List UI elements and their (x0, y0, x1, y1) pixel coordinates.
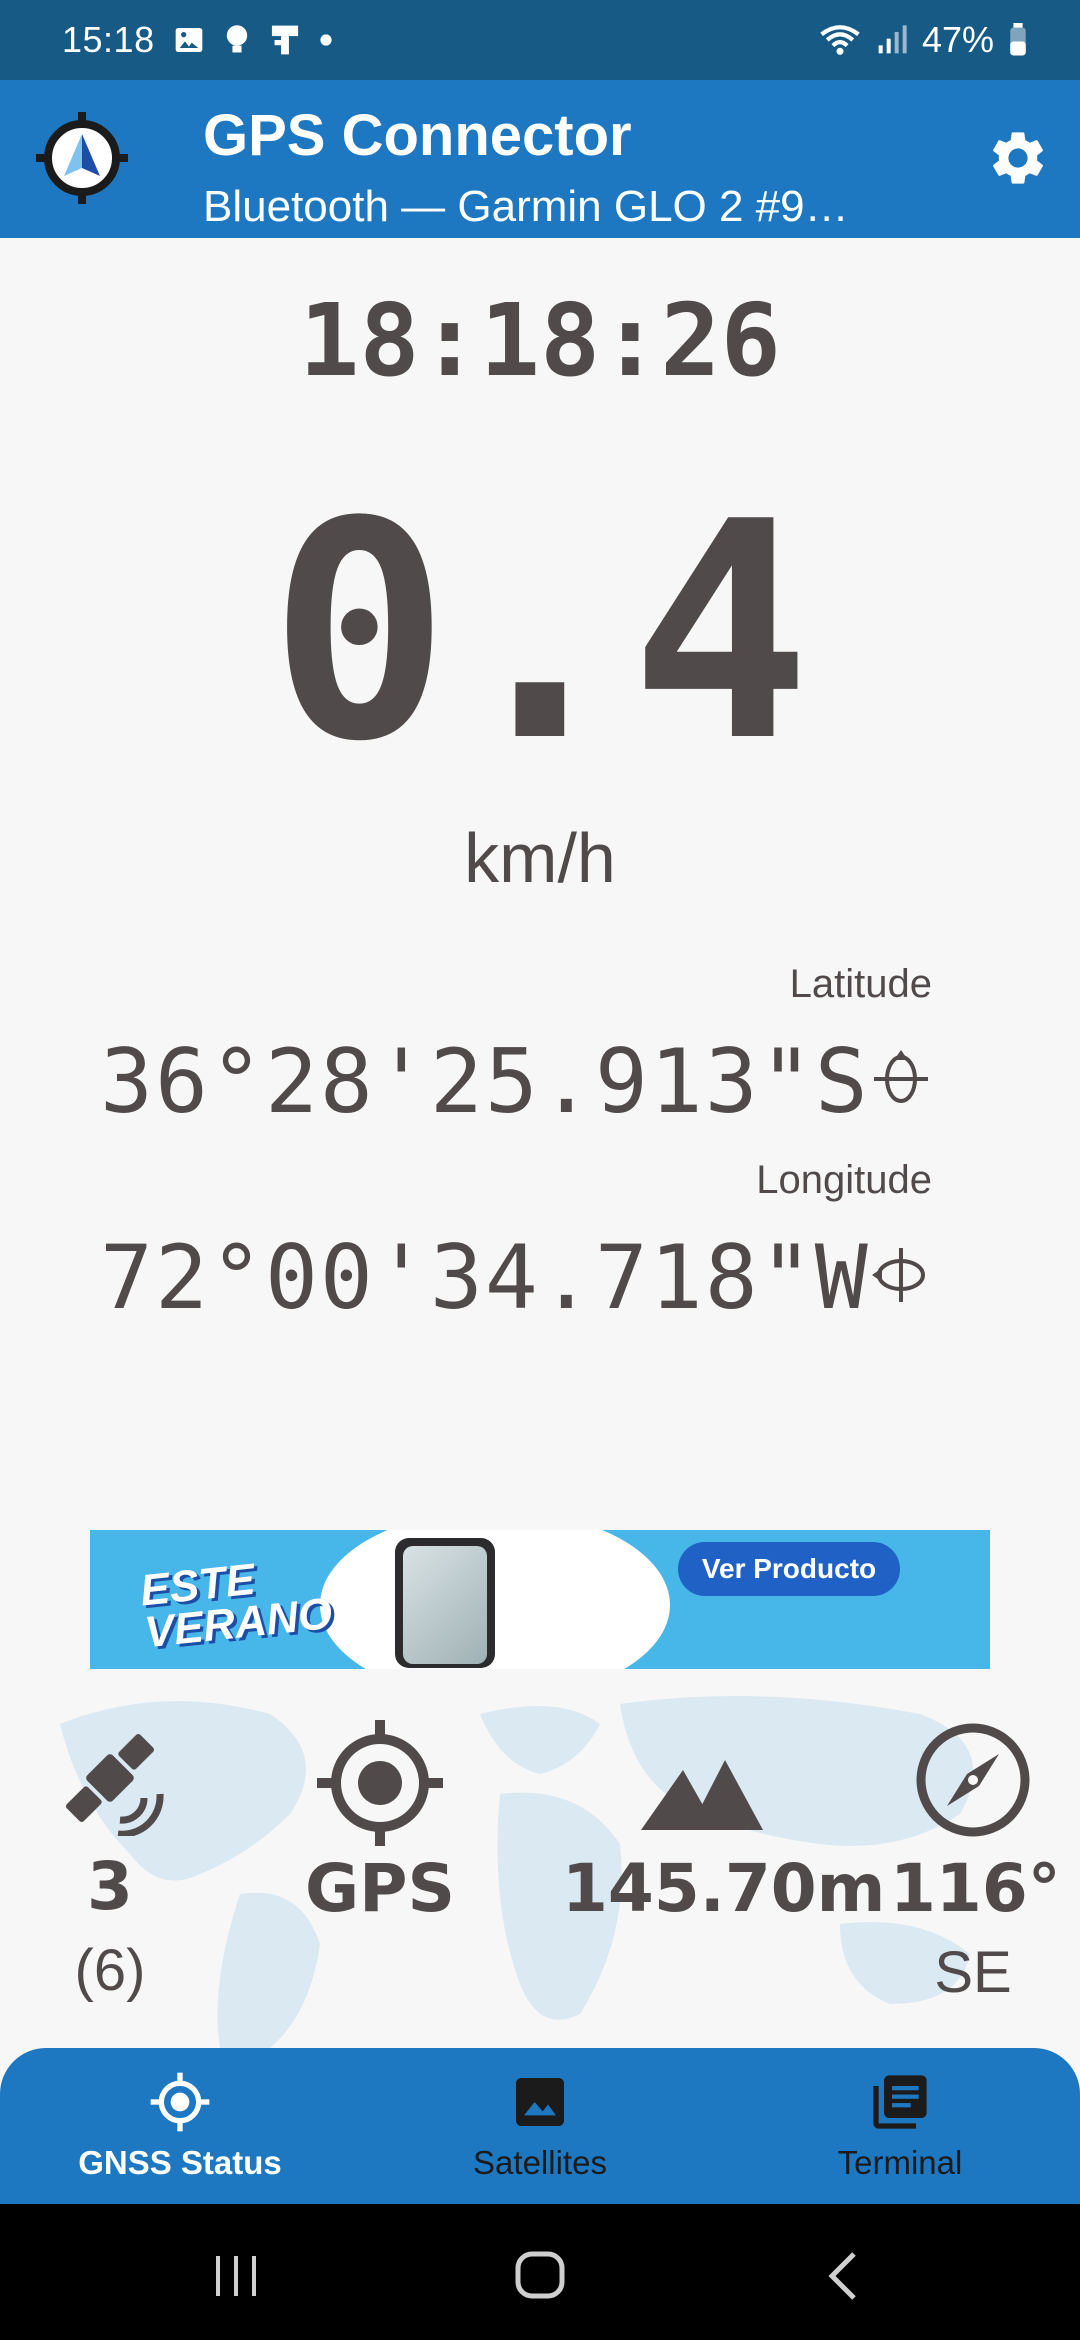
home-button[interactable] (500, 2244, 580, 2304)
tab-terminal-label: Terminal (837, 2144, 963, 2181)
tab-satellites-label: Satellites (473, 2144, 607, 2181)
longitude-value: 72°00'34.718"W (100, 1226, 870, 1329)
speed-value: 0.4 (269, 458, 811, 807)
signal-icon (876, 24, 908, 56)
altitude-stat: 145.70m (562, 1720, 886, 1927)
status-left: 15:18 (62, 19, 333, 61)
bottom-navigation: GNSS Status Satellites Terminal (0, 2048, 1080, 2204)
ad-phone-image (395, 1538, 495, 1668)
longitude-icon (870, 1244, 932, 1306)
status-right: 47% (818, 19, 1028, 61)
satellites-in-view: (6) (74, 1938, 146, 2003)
recents-icon (216, 2256, 256, 2296)
satellite-icon (65, 1733, 164, 1836)
bearing-direction: SE (934, 1940, 1012, 2005)
satellites-stat: 3 (6) (30, 1720, 190, 2004)
settings-button[interactable] (986, 126, 1050, 190)
ad-phone-screen (403, 1546, 487, 1664)
stats-panel: 3 (6) GPS 145.70m 116° SE (0, 1684, 1080, 2048)
home-icon (515, 2251, 565, 2299)
system-navigation-bar (0, 2204, 1080, 2340)
gps-fixed-icon (317, 1720, 443, 1846)
status-time: 15:18 (62, 19, 155, 60)
bearing-stat: 116° SE (890, 1720, 1061, 2006)
dot-icon (319, 33, 333, 47)
longitude-label: Longitude (756, 1158, 932, 1202)
tab-terminal[interactable]: Terminal (750, 2070, 1050, 2182)
latitude-value: 36°28'25.913"S (100, 1030, 870, 1133)
gps-fixed-icon (150, 2072, 210, 2132)
wifi-icon (818, 23, 862, 57)
fix-type: GPS (304, 1850, 456, 1927)
altitude-value: 145.70m (562, 1850, 886, 1927)
satellites-used: 3 (87, 1848, 133, 1925)
battery-percent: 47% (921, 19, 994, 60)
tab-satellites[interactable]: Satellites (390, 2070, 690, 2182)
bearing-value: 116° (890, 1850, 1061, 1927)
ad-cta-button[interactable]: Ver Producto (678, 1542, 900, 1596)
back-icon (828, 2252, 856, 2300)
app-bar: GPS Connector Bluetooth — Garmin GLO 2 #… (0, 80, 1080, 238)
bulb-icon (223, 23, 251, 57)
ad-banner[interactable]: ESTE VERANO Ver Producto (90, 1530, 990, 1669)
compass-icon (916, 1723, 1030, 1837)
tab-gnss-status[interactable]: GNSS Status (30, 2070, 330, 2182)
image-icon (516, 2078, 564, 2126)
recent-apps-button[interactable] (196, 2244, 276, 2304)
library-books-icon (873, 2075, 927, 2129)
latitude-icon (870, 1048, 932, 1110)
tab-gnss-status-label: GNSS Status (78, 2144, 282, 2181)
status-bar: 15:18 47% (0, 0, 1080, 80)
gear-icon (993, 132, 1043, 184)
image-icon (173, 24, 205, 56)
speed-unit: km/h (464, 819, 616, 897)
connector-icon (269, 23, 301, 57)
fix-type-stat: GPS (282, 1720, 478, 1927)
battery-icon (1008, 23, 1028, 57)
mountain-icon (641, 1760, 763, 1830)
connection-subtitle: Bluetooth — Garmin GLO 2 #9… (203, 182, 849, 231)
gps-compass-logo-icon (34, 110, 130, 206)
app-title: GPS Connector (203, 103, 632, 168)
back-button[interactable] (802, 2244, 882, 2304)
gps-time: 18:18:26 (299, 282, 781, 399)
latitude-label: Latitude (789, 962, 932, 1006)
